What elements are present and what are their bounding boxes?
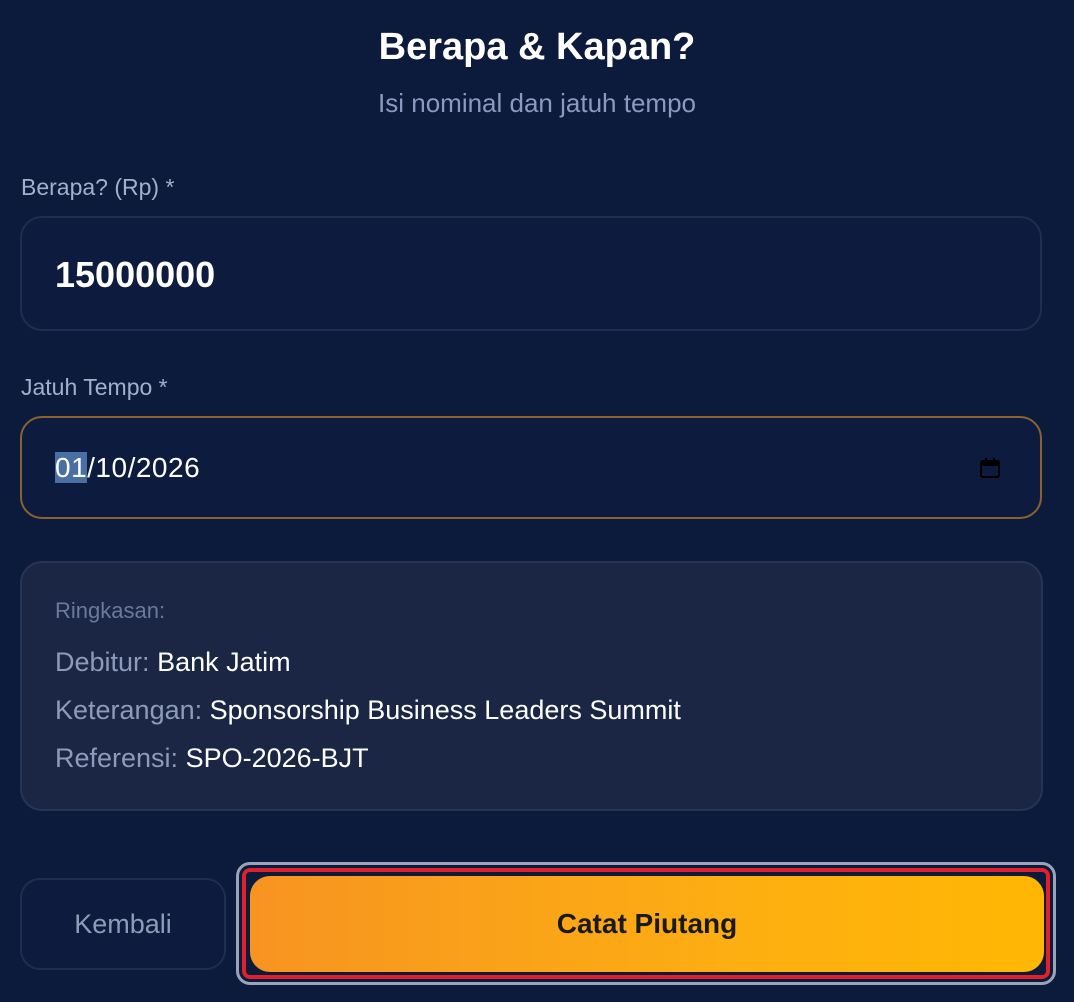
description-label: Keterangan: <box>55 695 203 725</box>
save-receivable-button[interactable]: Catat Piutang <box>250 876 1044 972</box>
calendar-icon[interactable] <box>978 456 1002 480</box>
due-date-day-segment[interactable]: 01 <box>55 452 88 483</box>
description-value: Sponsorship Business Leaders Summit <box>209 695 681 725</box>
due-date-value[interactable]: 01/10/2026 <box>55 452 200 484</box>
summary-reference: Referensi: SPO-2026-BJT <box>55 743 369 774</box>
reference-label: Referensi: <box>55 743 179 773</box>
page-title: Berapa & Kapan? <box>378 26 696 68</box>
page-subtitle: Isi nominal dan jatuh tempo <box>378 88 696 118</box>
due-date-label: Jatuh Tempo * <box>21 374 168 400</box>
back-button[interactable]: Kembali <box>20 878 226 970</box>
amount-field[interactable]: 15000000 <box>20 216 1042 331</box>
reference-value: SPO-2026-BJT <box>185 743 369 773</box>
amount-value[interactable]: 15000000 <box>55 254 215 296</box>
summary-title: Ringkasan: <box>55 598 166 623</box>
debtor-value: Bank Jatim <box>157 647 291 677</box>
summary-description: Keterangan: Sponsorship Business Leaders… <box>55 695 681 726</box>
summary-debtor: Debitur: Bank Jatim <box>55 647 291 678</box>
debtor-label: Debitur: <box>55 647 150 677</box>
due-date-field[interactable]: 01/10/2026 <box>20 416 1042 519</box>
summary-panel: Ringkasan: Debitur: Bank Jatim Keteranga… <box>20 561 1043 811</box>
amount-label: Berapa? (Rp) * <box>21 174 175 200</box>
due-date-rest: /10/2026 <box>87 452 201 483</box>
